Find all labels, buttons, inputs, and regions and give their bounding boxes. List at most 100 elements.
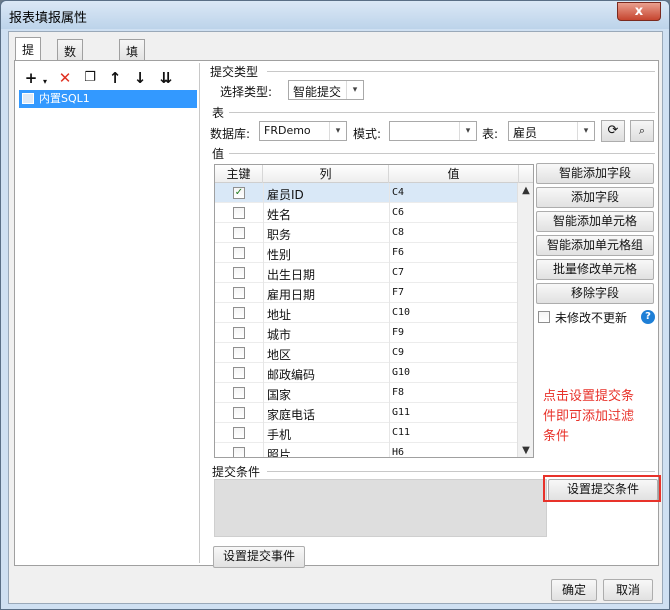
column-name-cell[interactable]: 地址 [267,306,291,323]
primary-key-checkbox[interactable]: ✓ [233,187,245,199]
tree-item-sql[interactable]: 内置SQL1 [19,90,197,108]
schema-select[interactable]: ▾ [389,121,477,141]
column-name-cell[interactable]: 性别 [267,246,291,263]
primary-key-checkbox[interactable] [233,287,245,299]
primary-key-checkbox[interactable] [233,427,245,439]
table-row[interactable]: 照片 H6 [215,443,519,457]
submit-type-select[interactable]: 智能提交 ▾ [288,80,364,100]
column-name-cell[interactable]: 照片 [267,446,291,457]
tab-submit[interactable]: 提交 [15,37,42,74]
tab-shortcut-settings[interactable]: 填报快捷键设置 [119,39,146,161]
cell-value-cell[interactable]: C10 [392,307,410,318]
table-row[interactable]: 地址 C10 [215,303,519,323]
cell-value-cell[interactable]: F7 [392,287,404,298]
tree-item-label: 内置SQL1 [39,92,90,105]
column-name-cell[interactable]: 手机 [267,426,291,443]
cell-value-cell[interactable]: F9 [392,327,404,338]
column-name-cell[interactable]: 邮政编码 [267,366,315,383]
unchanged-no-update-checkbox[interactable] [538,311,550,323]
table-row[interactable]: 家庭电话 G11 [215,403,519,423]
cancel-button[interactable]: 取消 [603,579,653,601]
primary-key-checkbox[interactable] [233,207,245,219]
primary-key-checkbox[interactable] [233,447,245,457]
table-row[interactable]: 出生日期 C7 [215,263,519,283]
tab-data-validation[interactable]: 数据校验 [57,39,84,110]
move-up-icon[interactable]: ↑ [106,69,124,87]
table-row[interactable]: 邮政编码 G10 [215,363,519,383]
ok-button[interactable]: 确定 [551,579,597,601]
smart-add-cell-group-button[interactable]: 智能添加单元格组 [536,235,654,256]
grid-header: 主键 列 值 [215,165,533,183]
cell-value-cell[interactable]: G11 [392,407,410,418]
primary-key-checkbox[interactable] [233,387,245,399]
add-field-button[interactable]: 添加字段 [536,187,654,208]
left-pane: + ▾ ✕ ❐ ↑ ↓ ⇊ 内置SQL1 [17,63,200,563]
divider [229,112,655,113]
column-name-cell[interactable]: 出生日期 [267,266,315,283]
column-name-cell[interactable]: 地区 [267,346,291,363]
header-key: 主键 [215,165,263,183]
table-row[interactable]: ✓ 雇员ID C4 [215,183,519,203]
table-row[interactable]: 城市 F9 [215,323,519,343]
cell-value-cell[interactable]: C11 [392,427,410,438]
refresh-icon[interactable]: ⟳ [601,120,625,142]
column-name-cell[interactable]: 姓名 [267,206,291,223]
set-submit-event-button[interactable]: 设置提交事件 [213,546,305,568]
cell-value-cell[interactable]: C9 [392,347,404,358]
cell-value-cell[interactable]: H6 [392,447,404,457]
column-name-cell[interactable]: 国家 [267,386,291,403]
primary-key-checkbox[interactable] [233,347,245,359]
submit-condition-area[interactable] [214,479,547,537]
delete-icon[interactable]: ✕ [56,69,74,87]
help-icon[interactable]: ? [641,310,655,324]
dropdown-arrow-icon[interactable]: ▾ [36,73,54,91]
close-button[interactable]: x [617,2,661,21]
table-row[interactable]: 国家 F8 [215,383,519,403]
smart-add-cell-button[interactable]: 智能添加单元格 [536,211,654,232]
table-row[interactable]: 性别 F6 [215,243,519,263]
scroll-up-icon[interactable]: ▲ [518,183,533,199]
divider [389,183,390,457]
cell-value-cell[interactable]: F6 [392,247,404,258]
header-column: 列 [263,165,389,183]
column-name-cell[interactable]: 城市 [267,326,291,343]
cell-value-cell[interactable]: C7 [392,267,404,278]
primary-key-checkbox[interactable] [233,267,245,279]
preview-search-icon[interactable]: ⌕ [630,120,654,142]
table-row[interactable]: 手机 C11 [215,423,519,443]
primary-key-checkbox[interactable] [233,307,245,319]
table-row[interactable]: 职务 C8 [215,223,519,243]
scroll-down-icon[interactable]: ▼ [518,443,533,457]
column-name-cell[interactable]: 家庭电话 [267,406,315,423]
primary-key-checkbox[interactable] [233,247,245,259]
primary-key-checkbox[interactable] [233,327,245,339]
cell-value-cell[interactable]: C6 [392,207,404,218]
cell-value-cell[interactable]: F8 [392,387,404,398]
cell-value-cell[interactable]: C4 [392,187,404,198]
copy-icon[interactable]: ❐ [81,69,99,87]
table-row[interactable]: 姓名 C6 [215,203,519,223]
primary-key-checkbox[interactable] [233,227,245,239]
primary-key-checkbox[interactable] [233,367,245,379]
table-select[interactable]: 雇员 ▾ [508,121,595,141]
move-down-icon[interactable]: ↓ [131,69,149,87]
table-row[interactable]: 雇用日期 F7 [215,283,519,303]
cell-value-cell[interactable]: C8 [392,227,404,238]
highlight-box [543,475,661,502]
values-section: 值 [212,147,225,161]
remove-field-button[interactable]: 移除字段 [536,283,654,304]
column-name-cell[interactable]: 职务 [267,226,291,243]
primary-key-checkbox[interactable] [233,407,245,419]
smart-add-field-button[interactable]: 智能添加字段 [536,163,654,184]
batch-modify-cell-button[interactable]: 批量修改单元格 [536,259,654,280]
move-bottom-icon[interactable]: ⇊ [157,69,175,87]
column-name-cell[interactable]: 雇用日期 [267,286,315,303]
cell-value-cell[interactable]: G10 [392,367,410,378]
annotation-line: 件即可添加过滤 [543,409,635,424]
column-name-cell[interactable]: 雇员ID [267,186,304,203]
database-select[interactable]: FRDemo ▾ [259,121,347,141]
submit-condition-section: 提交条件 [212,465,261,479]
window-title: 报表填报属性 [9,11,88,26]
grid-scrollbar[interactable]: ▲ ▼ [517,183,533,457]
table-row[interactable]: 地区 C9 [215,343,519,363]
